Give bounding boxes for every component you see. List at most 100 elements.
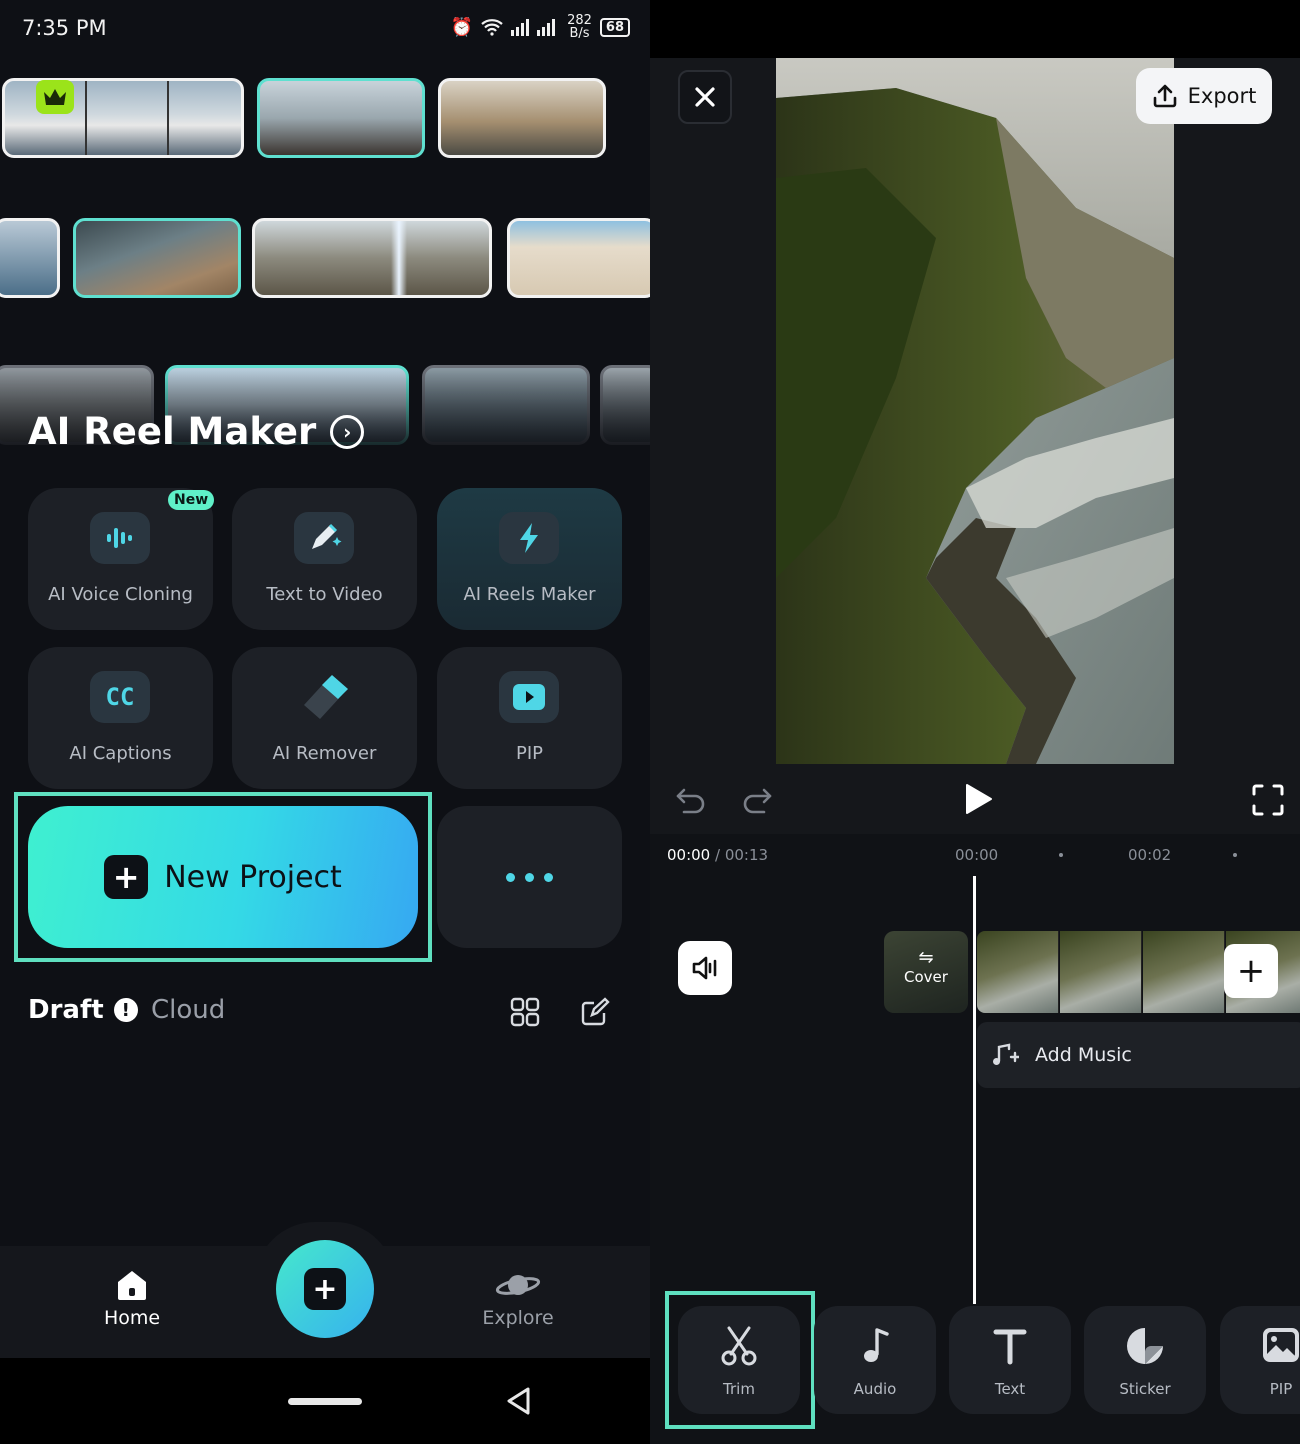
- coastline-image: [776, 58, 1174, 764]
- net-speed: 282 B/s: [567, 14, 592, 40]
- tool-label: Text to Video: [266, 584, 383, 605]
- tool-label: AI Remover: [272, 743, 377, 764]
- add-clip-button[interactable]: +: [1224, 944, 1278, 998]
- more-dot: [506, 872, 515, 882]
- tab-draft[interactable]: Draft !: [28, 995, 138, 1025]
- undo-icon[interactable]: [674, 782, 708, 816]
- more-dot: [525, 872, 534, 882]
- cc-icon: CC: [90, 671, 150, 723]
- video-preview[interactable]: [776, 58, 1174, 764]
- projects-tabs: Draft ! Cloud: [28, 995, 618, 1035]
- create-fab[interactable]: +: [276, 1240, 374, 1338]
- timeline-tick: 00:00: [955, 846, 999, 864]
- crown-icon: [36, 80, 74, 114]
- tool-audio[interactable]: Audio: [814, 1306, 936, 1414]
- playback-controls: [650, 764, 1300, 834]
- editor-top-bar: [650, 0, 1300, 58]
- plus-icon: +: [104, 855, 149, 899]
- new-project-label: New Project: [164, 859, 342, 895]
- clip-frame: [1143, 931, 1225, 1013]
- ai-reel-maker-link[interactable]: AI Reel Maker ›: [28, 410, 365, 453]
- edit-icon[interactable]: [580, 997, 610, 1027]
- template-thumb[interactable]: [0, 218, 60, 298]
- eraser-icon: [294, 671, 354, 723]
- tool-pip[interactable]: PIP: [1220, 1306, 1300, 1414]
- tool-ai-captions[interactable]: CC AI Captions: [28, 647, 213, 789]
- battery-indicator: 68: [599, 17, 630, 37]
- tool-label: Trim: [723, 1380, 755, 1398]
- tool-trim[interactable]: Trim: [678, 1306, 800, 1414]
- tab-draft-label: Draft: [28, 995, 104, 1025]
- cover-button[interactable]: ⇋ Cover: [884, 931, 968, 1013]
- template-thumb[interactable]: [73, 218, 241, 298]
- home-screen: 7:35 PM ⏰ 282 B/s 68 AI Reel Maker › AI …: [0, 0, 650, 1444]
- close-button[interactable]: [678, 70, 732, 124]
- tool-sticker[interactable]: Sticker: [1084, 1306, 1206, 1414]
- tool-pip[interactable]: PIP: [437, 647, 622, 789]
- system-back-icon[interactable]: [504, 1386, 534, 1416]
- grid-view-icon[interactable]: [510, 997, 540, 1027]
- tool-label: AI Reels Maker: [463, 584, 596, 605]
- cover-label: Cover: [904, 968, 948, 986]
- template-thumb[interactable]: [507, 218, 650, 298]
- swap-icon: ⇋: [918, 947, 934, 968]
- tool-text[interactable]: Text: [949, 1306, 1071, 1414]
- playhead[interactable]: [973, 876, 976, 1304]
- system-home-pill[interactable]: [288, 1398, 362, 1405]
- alert-icon: !: [113, 998, 138, 1022]
- clip-frame: [1060, 931, 1142, 1013]
- play-icon[interactable]: [960, 782, 994, 816]
- tool-label: Text: [994, 1380, 1026, 1398]
- redo-icon[interactable]: [740, 782, 774, 816]
- export-label: Export: [1187, 84, 1257, 108]
- mute-clip-audio-button[interactable]: [678, 941, 732, 995]
- tool-text-to-video[interactable]: Text to Video: [232, 488, 417, 630]
- template-thumb[interactable]: [252, 218, 492, 298]
- new-project-button[interactable]: + New Project: [28, 806, 418, 948]
- tab-cloud[interactable]: Cloud: [151, 995, 225, 1025]
- add-music-track[interactable]: Add Music: [977, 1022, 1300, 1088]
- clip-frame: [977, 931, 1059, 1013]
- tool-label: AI Captions: [69, 743, 172, 764]
- timecode: 00:00 / 00:13: [667, 846, 768, 864]
- plus-icon: +: [304, 1268, 346, 1310]
- planet-icon: [495, 1275, 541, 1295]
- timecode-total: / 00:13: [715, 846, 769, 864]
- tool-ai-reels-maker[interactable]: AI Reels Maker: [437, 488, 622, 630]
- voice-wave-icon: [90, 512, 150, 564]
- template-thumb[interactable]: [257, 78, 425, 158]
- tool-label: PIP: [1269, 1380, 1293, 1398]
- tool-ai-remover[interactable]: AI Remover: [232, 647, 417, 789]
- nav-explore-label: Explore: [482, 1307, 554, 1329]
- nav-home-label: Home: [103, 1307, 161, 1329]
- tool-label: Audio: [853, 1380, 897, 1398]
- tool-label: Sticker: [1119, 1380, 1171, 1398]
- status-icons: ⏰ 282 B/s 68: [451, 14, 630, 40]
- home-icon: [118, 1271, 146, 1300]
- status-time: 7:35 PM: [22, 16, 107, 40]
- nav-explore[interactable]: Explore: [468, 1268, 568, 1329]
- signal-icon: [511, 19, 556, 36]
- music-note-icon: [864, 1328, 889, 1362]
- more-dot: [544, 872, 553, 882]
- timeline-tick-dot: [1233, 853, 1237, 857]
- timeline-tick: 00:02: [1128, 846, 1172, 864]
- lightning-icon: [499, 512, 559, 564]
- fullscreen-icon[interactable]: [1252, 784, 1284, 816]
- image-icon: [1263, 1328, 1299, 1362]
- add-music-label: Add Music: [1035, 1044, 1132, 1066]
- tool-label: PIP: [515, 743, 544, 764]
- upload-icon: [1153, 84, 1176, 108]
- speaker-mute-icon: [692, 956, 717, 980]
- pen-sparkle-icon: [294, 512, 354, 564]
- sticker-icon: [1127, 1328, 1163, 1364]
- net-speed-unit: B/s: [569, 26, 590, 41]
- more-tools-button[interactable]: [437, 806, 622, 948]
- export-button[interactable]: Export: [1136, 68, 1272, 124]
- nav-home[interactable]: Home: [82, 1268, 182, 1329]
- alarm-icon: ⏰: [450, 16, 474, 38]
- timeline-tick-dot: [1059, 853, 1063, 857]
- new-badge: New: [168, 490, 215, 510]
- status-bar: 7:35 PM ⏰ 282 B/s 68: [0, 0, 650, 60]
- template-thumb[interactable]: [438, 78, 606, 158]
